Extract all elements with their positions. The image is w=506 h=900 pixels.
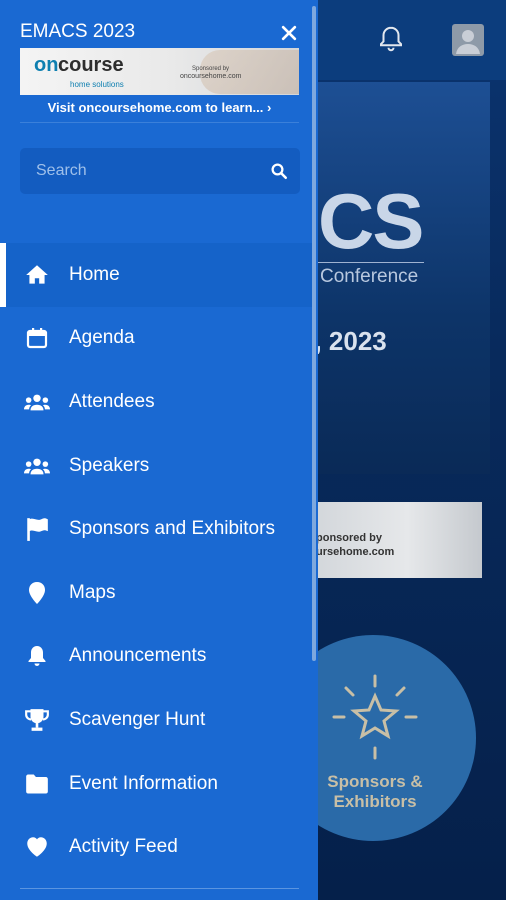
flag-icon — [24, 516, 50, 542]
hero-divider — [318, 262, 424, 263]
nav-label: Scavenger Hunt — [69, 708, 206, 730]
nav-item-event-information[interactable]: Event Information — [0, 752, 312, 816]
chevron-right-icon: › — [267, 100, 272, 115]
heart-icon — [24, 834, 50, 860]
banner-logo-on: on — [34, 54, 59, 76]
visit-link-text: Visit oncoursehome.com to learn... — [47, 100, 264, 115]
banner-photo — [200, 50, 299, 94]
calendar-icon — [24, 325, 50, 351]
close-icon[interactable] — [276, 20, 302, 46]
hero-subtitle-partial: Conference — [320, 266, 419, 287]
navigation-drawer: EMACS 2023 on course home solutions Spon… — [0, 0, 318, 900]
search-box — [20, 148, 300, 194]
nav-label: Event Information — [69, 772, 218, 794]
nav-item-agenda[interactable]: Agenda — [0, 307, 312, 371]
divider — [20, 888, 299, 889]
nav-item-speakers[interactable]: Speakers — [0, 434, 312, 498]
folder-icon — [24, 771, 50, 797]
sponsor-banner-line1: ponsored by — [316, 532, 383, 544]
sponsor-banner[interactable]: on course home solutions Sponsored by on… — [20, 48, 299, 95]
nav-label: Maps — [69, 581, 116, 603]
nav-label: Speakers — [69, 454, 150, 476]
hero-title-partial: CS — [318, 177, 424, 265]
sponsors-tile-label-1: Sponsors & — [327, 772, 423, 791]
nav-item-home[interactable]: Home — [0, 243, 312, 307]
sponsors-tile-label-2: Exhibitors — [333, 792, 417, 811]
nav-label: Attendees — [69, 390, 155, 412]
avatar-icon[interactable] — [452, 24, 484, 56]
nav-label: Home — [69, 263, 120, 285]
nav-label: Sponsors and Exhibitors — [69, 518, 275, 540]
nav-list: Home Agenda Attendees Speakers Sponsors … — [0, 243, 312, 879]
drawer-scrollbar[interactable] — [312, 6, 316, 661]
search-input[interactable] — [36, 148, 266, 194]
nav-item-activity-feed[interactable]: Activity Feed — [0, 815, 312, 879]
bell-icon — [24, 643, 50, 669]
banner-logo-course: course — [58, 54, 124, 76]
map-pin-icon — [24, 580, 50, 606]
nav-label: Agenda — [69, 327, 135, 349]
visit-sponsor-link[interactable]: Visit oncoursehome.com to learn... › — [20, 100, 299, 115]
nav-label: Activity Feed — [69, 836, 178, 858]
home-icon — [24, 262, 50, 288]
banner-sponsored-text: Sponsored by — [192, 66, 230, 72]
star-icon — [332, 674, 418, 760]
users-icon — [24, 389, 50, 415]
nav-item-maps[interactable]: Maps — [0, 561, 312, 625]
divider — [20, 122, 299, 123]
banner-url-text: oncoursehome.com — [180, 73, 242, 80]
nav-item-announcements[interactable]: Announcements — [0, 625, 312, 689]
nav-item-sponsors[interactable]: Sponsors and Exhibitors — [0, 497, 312, 561]
drawer-title: EMACS 2023 — [20, 21, 136, 42]
search-icon[interactable] — [270, 162, 288, 180]
banner-logo-sub: home solutions — [70, 80, 124, 89]
nav-item-scavenger-hunt[interactable]: Scavenger Hunt — [0, 688, 312, 752]
nav-item-attendees[interactable]: Attendees — [0, 370, 312, 434]
sponsor-banner-line2: ursehome.com — [316, 546, 395, 558]
users-icon — [24, 453, 50, 479]
bell-icon[interactable] — [376, 22, 406, 56]
trophy-icon — [24, 707, 50, 733]
nav-label: Announcements — [69, 645, 207, 667]
